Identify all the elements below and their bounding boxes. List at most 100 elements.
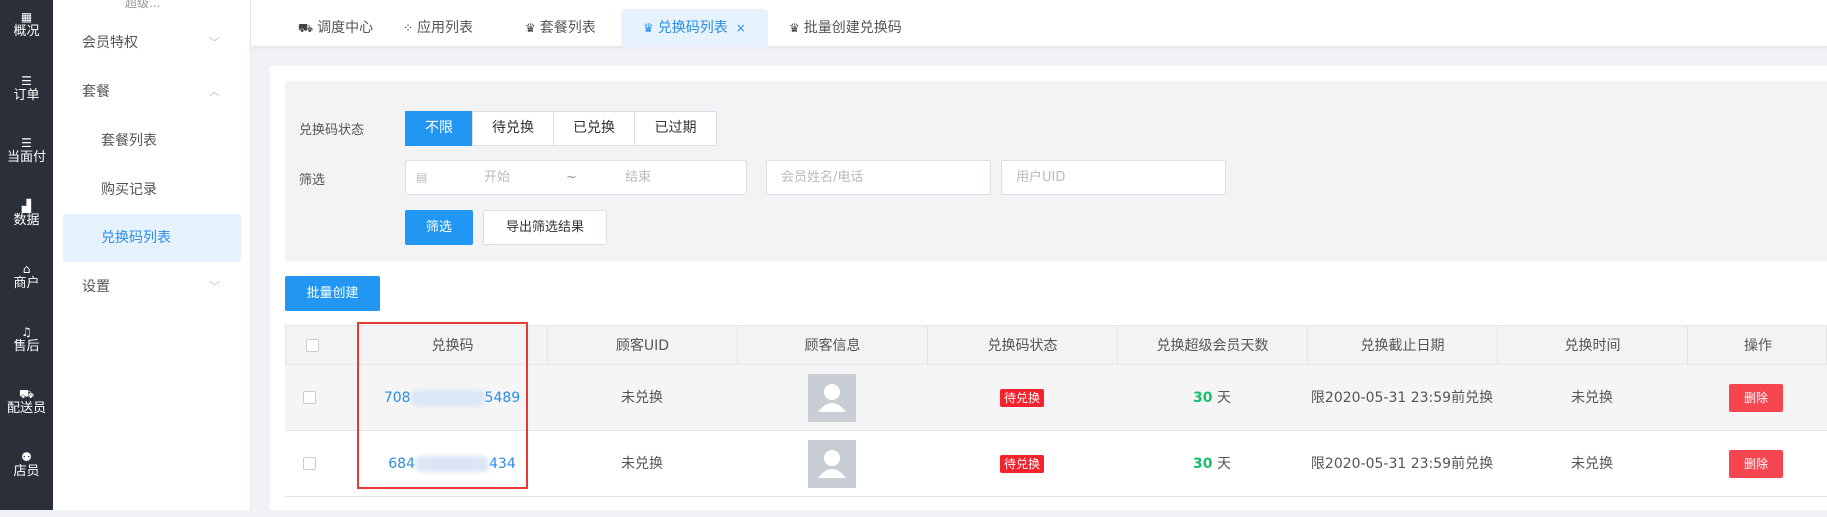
member-search-input[interactable]: 会员姓名/电话: [766, 160, 991, 195]
avatar: [808, 440, 856, 488]
pay-icon: ☰: [21, 136, 32, 150]
filter-button[interactable]: 筛选: [405, 210, 473, 245]
header-status: 兑换码状态: [928, 326, 1118, 366]
nav-staff[interactable]: ⚉ 店员: [0, 450, 53, 480]
close-icon[interactable]: ×: [736, 21, 746, 35]
submenu-label: 购买记录: [101, 182, 157, 198]
date-separator: ~: [566, 170, 577, 185]
status-option-redeemed[interactable]: 已兑换: [553, 111, 635, 146]
data-icon: ▟: [21, 199, 32, 213]
user-placeholder-icon: [818, 384, 846, 412]
nav-label: 售后: [13, 339, 40, 354]
submenu-partial-item[interactable]: 超级...: [125, 0, 160, 11]
header-uid: 顾客UID: [548, 326, 738, 366]
order-icon: ☰: [21, 74, 32, 88]
customer-info-cell: [737, 365, 927, 431]
redeem-time-cell: 未兑换: [1571, 456, 1613, 472]
redeem-time-cell: 未兑换: [1571, 390, 1613, 406]
header-checkbox-cell: [286, 326, 358, 366]
days-value: 30: [1193, 456, 1213, 472]
tab-batch-create[interactable]: ♛ 批量创建兑换码: [789, 9, 902, 47]
date-start-placeholder: 开始: [484, 170, 511, 185]
chevron-down-icon: ﹀: [209, 36, 220, 49]
nav-store[interactable]: ⌂ 商户: [0, 262, 53, 292]
nav-delivery[interactable]: ⛟ 配送员: [0, 387, 53, 417]
tab-package-list[interactable]: ♛ 套餐列表: [525, 9, 596, 47]
date-range-picker[interactable]: ▤ 开始 ~ 结束: [405, 160, 747, 195]
chevron-down-icon: ﹀: [209, 280, 220, 293]
submenu-label: 套餐列表: [101, 133, 157, 149]
days-value: 30: [1193, 390, 1213, 406]
deadline-cell: 限2020-05-31 23:59前兑换: [1310, 456, 1494, 472]
date-end-placeholder: 结束: [625, 170, 652, 185]
avatar: [808, 374, 856, 422]
header-deadline: 兑换截止日期: [1308, 326, 1498, 366]
status-option-pending[interactable]: 待兑换: [472, 111, 554, 146]
row-checkbox[interactable]: [303, 391, 316, 404]
status-badge: 待兑换: [999, 455, 1044, 473]
submenu-package[interactable]: 套餐 ︿: [53, 68, 251, 116]
nav-order[interactable]: ☰ 订单: [0, 74, 53, 104]
submenu-purchase-records[interactable]: 购买记录: [53, 166, 251, 214]
nav-label: 数据: [13, 213, 40, 228]
nav-label: 订单: [13, 88, 40, 103]
nav-label: 概况: [13, 24, 40, 39]
tab-label: 应用列表: [417, 20, 474, 36]
highlight-annotation-box: [357, 322, 528, 489]
status-cell: 待兑换: [927, 365, 1117, 431]
status-option-expired[interactable]: 已过期: [634, 111, 717, 146]
nav-label: 配送员: [6, 401, 46, 416]
submenu-label: 会员特权: [82, 35, 138, 51]
store-icon: ⌂: [22, 262, 31, 276]
tab-redeem-code-list[interactable]: ♛ 兑换码列表 ×: [621, 9, 768, 47]
submenu-package-list[interactable]: 套餐列表: [53, 117, 251, 165]
nav-data[interactable]: ▟ 数据: [0, 199, 53, 229]
days-cell: 30 天: [1117, 365, 1307, 431]
delete-button[interactable]: 删除: [1729, 450, 1783, 478]
nav-overview[interactable]: ▦ 概况: [0, 10, 53, 40]
headset-icon: ♫: [21, 325, 32, 339]
tab-label: 调度中心: [317, 20, 374, 36]
status-filter-label: 兑换码状态: [299, 123, 365, 138]
staff-icon: ⚉: [21, 450, 32, 464]
submenu-settings[interactable]: 设置 ﹀: [53, 263, 251, 311]
header-customer-info: 顾客信息: [738, 326, 928, 366]
status-option-all[interactable]: 不限: [405, 111, 473, 146]
deadline-cell: 限2020-05-31 23:59前兑换: [1310, 390, 1494, 406]
uid-cell: 未兑换: [621, 456, 663, 472]
submenu-label: 兑换码列表: [101, 230, 171, 246]
dispatch-icon: ⛟: [298, 21, 314, 35]
days-cell: 30 天: [1117, 431, 1307, 497]
delivery-icon: ⛟: [18, 387, 35, 401]
uid-search-input[interactable]: 用户UID: [1001, 160, 1226, 195]
uid-cell: 未兑换: [621, 390, 663, 406]
tab-apps[interactable]: ⁘ 应用列表: [403, 9, 473, 47]
export-button[interactable]: 导出筛选结果: [483, 210, 607, 245]
filter-label: 筛选: [299, 173, 326, 188]
customer-info-cell: [737, 431, 927, 497]
tab-dispatch[interactable]: ⛟ 调度中心: [298, 9, 373, 47]
main-nav: ▦ 概况 ☰ 订单 ☰ 当面付 ▟ 数据 ⌂ 商户 ♫ 售后 ⛟ 配送员 ⚉ 店…: [0, 0, 53, 510]
crown-icon: ♛: [643, 21, 654, 35]
days-unit: 天: [1216, 390, 1231, 406]
select-all-checkbox[interactable]: [306, 339, 319, 352]
nav-aftersale[interactable]: ♫ 售后: [0, 325, 53, 355]
nav-label: 商户: [13, 276, 40, 291]
submenu-redeem-code-list[interactable]: 兑换码列表: [63, 214, 241, 262]
submenu-member-privileges[interactable]: 会员特权 ﹀: [53, 19, 251, 67]
sub-nav: 超级... 会员特权 ﹀ 套餐 ︿ 套餐列表 购买记录 兑换码列表 设置 ﹀: [53, 0, 251, 510]
batch-create-button[interactable]: 批量创建: [285, 276, 380, 311]
submenu-label: 设置: [82, 279, 110, 295]
tab-label: 套餐列表: [539, 20, 596, 36]
tab-label: 批量创建兑换码: [803, 20, 902, 36]
nav-pay[interactable]: ☰ 当面付: [0, 136, 53, 166]
apps-icon: ⁘: [403, 21, 414, 35]
days-unit: 天: [1216, 456, 1231, 472]
delete-button[interactable]: 删除: [1729, 384, 1783, 412]
tab-bar: ⛟ 调度中心 ⁘ 应用列表 ♛ 套餐列表 ♛ 兑换码列表 × ♛ 批量创建兑换码: [251, 0, 1827, 47]
row-checkbox[interactable]: [303, 457, 316, 470]
header-days: 兑换超级会员天数: [1118, 326, 1308, 366]
chevron-up-icon: ︿: [209, 85, 220, 98]
overview-icon: ▦: [20, 10, 33, 24]
header-redeem-time: 兑换时间: [1498, 326, 1688, 366]
